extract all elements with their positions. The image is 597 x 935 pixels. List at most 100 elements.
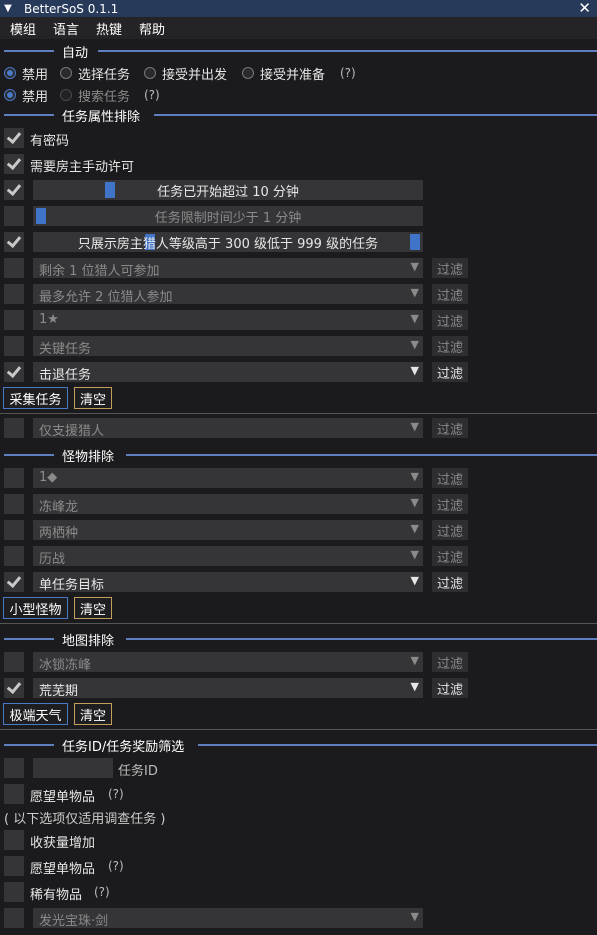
reward-checkbox[interactable] [4, 908, 24, 928]
time-limit-slider-text: 任务限制时间少于 1 分钟 [154, 210, 302, 226]
started-slider[interactable]: 任务已开始超过 10 分钟 [33, 180, 423, 200]
filter-button[interactable]: 过滤 [432, 362, 468, 382]
collapse-triangle-icon[interactable]: ▼ [0, 3, 16, 14]
hunter-rank-checkbox[interactable] [4, 232, 24, 252]
chevron-down-icon: ▼ [410, 470, 419, 483]
clear-button[interactable]: 清空 [74, 387, 112, 409]
clear-button[interactable]: 清空 [74, 597, 112, 619]
menu-mod[interactable]: 模组 [10, 19, 36, 38]
filter-button[interactable]: 过滤 [432, 418, 468, 438]
wish-item-checkbox[interactable] [4, 784, 24, 804]
max-hunters-checkbox[interactable] [4, 284, 24, 304]
help-icon[interactable]: (?) [94, 885, 110, 899]
radio-select-quest[interactable] [60, 67, 72, 79]
harvest-increase-checkbox[interactable] [4, 830, 24, 850]
combo-value: 1★ [39, 312, 59, 327]
single-target-checkbox[interactable] [4, 572, 24, 592]
chevron-down-icon: ▼ [410, 338, 419, 351]
reward-combo[interactable]: 发光宝珠·剑 ▼ [33, 908, 423, 929]
map-period-combo[interactable]: 荒芜期 ▼ [33, 678, 423, 699]
max-hunters-combo[interactable]: 最多允许 2 位猎人参加 ▼ [33, 284, 423, 305]
menu-bar: 模组 语言 热键 帮助 [0, 17, 597, 39]
filter-button[interactable]: 过滤 [432, 520, 468, 540]
monster-species-combo[interactable]: 两栖种 ▼ [33, 520, 423, 541]
remaining-hunters-combo[interactable]: 剩余 1 位猎人可参加 ▼ [33, 258, 423, 279]
help-icon[interactable]: (?) [108, 787, 124, 801]
radio-search-disabled-label: 禁用 [22, 89, 49, 105]
time-limit-slider[interactable]: 任务限制时间少于 1 分钟 [33, 206, 423, 226]
section-auto: 自动 [0, 41, 597, 61]
chevron-down-icon: ▼ [410, 574, 419, 587]
monster-species-checkbox[interactable] [4, 520, 24, 540]
monster-name-combo[interactable]: 冻峰龙 ▼ [33, 494, 423, 515]
close-icon[interactable]: ✕ [578, 0, 591, 17]
quest-id-checkbox[interactable] [4, 758, 24, 778]
repel-quest-combo[interactable]: 击退任务 ▼ [33, 362, 423, 383]
radio-search-quest[interactable] [60, 89, 72, 101]
menu-hotkey[interactable]: 热键 [96, 19, 122, 38]
help-icon[interactable]: (?) [144, 88, 160, 102]
map-period-checkbox[interactable] [4, 678, 24, 698]
radio-disabled[interactable] [4, 67, 16, 79]
investigation-note: ( 以下选项仅适用调查任务 ) [4, 812, 166, 827]
key-quest-combo[interactable]: 关键任务 ▼ [33, 336, 423, 357]
radio-accept-ready-label: 接受并准备 [260, 67, 326, 83]
hunter-rank-slider[interactable]: 只展示房主猎人等级高于 300 级低于 999 级的任务 [33, 232, 423, 252]
star-rank-checkbox[interactable] [4, 310, 24, 330]
star-rank-combo[interactable]: 1★ ▼ [33, 310, 423, 330]
divider [0, 729, 597, 730]
support-only-checkbox[interactable] [4, 418, 24, 438]
combo-value: 冻峰龙 [39, 500, 79, 515]
menu-language[interactable]: 语言 [53, 19, 79, 38]
small-monster-tag-button[interactable]: 小型怪物 [3, 597, 68, 619]
quest-id-input[interactable] [33, 758, 113, 778]
help-icon[interactable]: (?) [340, 66, 356, 80]
combo-value: 荒芜期 [39, 684, 79, 699]
menu-help[interactable]: 帮助 [139, 19, 165, 38]
monster-rank-checkbox[interactable] [4, 468, 24, 488]
combo-value: 剩余 1 位猎人可参加 [39, 264, 160, 279]
chevron-down-icon: ▼ [410, 496, 419, 509]
key-quest-checkbox[interactable] [4, 336, 24, 356]
filter-button[interactable]: 过滤 [432, 284, 468, 304]
radio-accept-depart-label: 接受并出发 [162, 67, 228, 83]
radio-accept-ready[interactable] [242, 67, 254, 79]
filter-button[interactable]: 过滤 [432, 310, 468, 330]
repel-quest-checkbox[interactable] [4, 362, 24, 382]
password-checkbox[interactable] [4, 128, 24, 148]
help-icon[interactable]: (?) [108, 859, 124, 873]
section-quest-id-label: 任务ID/任务奖励筛选 [62, 740, 185, 755]
gather-quest-tag-button[interactable]: 采集任务 [3, 387, 68, 409]
tempered-combo[interactable]: 历战 ▼ [33, 546, 423, 567]
wish-item2-checkbox[interactable] [4, 856, 24, 876]
radio-search-disabled[interactable] [4, 89, 16, 101]
support-only-combo[interactable]: 仅支援猎人 ▼ [33, 418, 423, 439]
filter-button[interactable]: 过滤 [432, 468, 468, 488]
chevron-down-icon: ▼ [410, 522, 419, 535]
time-limit-checkbox[interactable] [4, 206, 24, 226]
clear-button[interactable]: 清空 [74, 703, 112, 725]
filter-button[interactable]: 过滤 [432, 572, 468, 592]
single-target-combo[interactable]: 单任务目标 ▼ [33, 572, 423, 593]
filter-button[interactable]: 过滤 [432, 258, 468, 278]
filter-button[interactable]: 过滤 [432, 494, 468, 514]
monster-name-checkbox[interactable] [4, 494, 24, 514]
remaining-hunters-checkbox[interactable] [4, 258, 24, 278]
map-area-combo[interactable]: 冰锁冻峰 ▼ [33, 652, 423, 673]
host-permission-checkbox[interactable] [4, 154, 24, 174]
started-checkbox[interactable] [4, 180, 24, 200]
section-map-label: 地图排除 [62, 634, 115, 649]
tempered-checkbox[interactable] [4, 546, 24, 566]
filter-button[interactable]: 过滤 [432, 546, 468, 566]
divider [0, 623, 597, 624]
extreme-weather-tag-button[interactable]: 极端天气 [3, 703, 68, 725]
map-area-checkbox[interactable] [4, 652, 24, 672]
radio-accept-depart[interactable] [144, 67, 156, 79]
rare-item-checkbox[interactable] [4, 882, 24, 902]
filter-button[interactable]: 过滤 [432, 652, 468, 672]
host-permission-label: 需要房主手动许可 [30, 160, 135, 175]
filter-button[interactable]: 过滤 [432, 336, 468, 356]
filter-button[interactable]: 过滤 [432, 678, 468, 698]
chevron-down-icon: ▼ [410, 680, 419, 693]
monster-rank-combo[interactable]: 1◆ ▼ [33, 468, 423, 488]
